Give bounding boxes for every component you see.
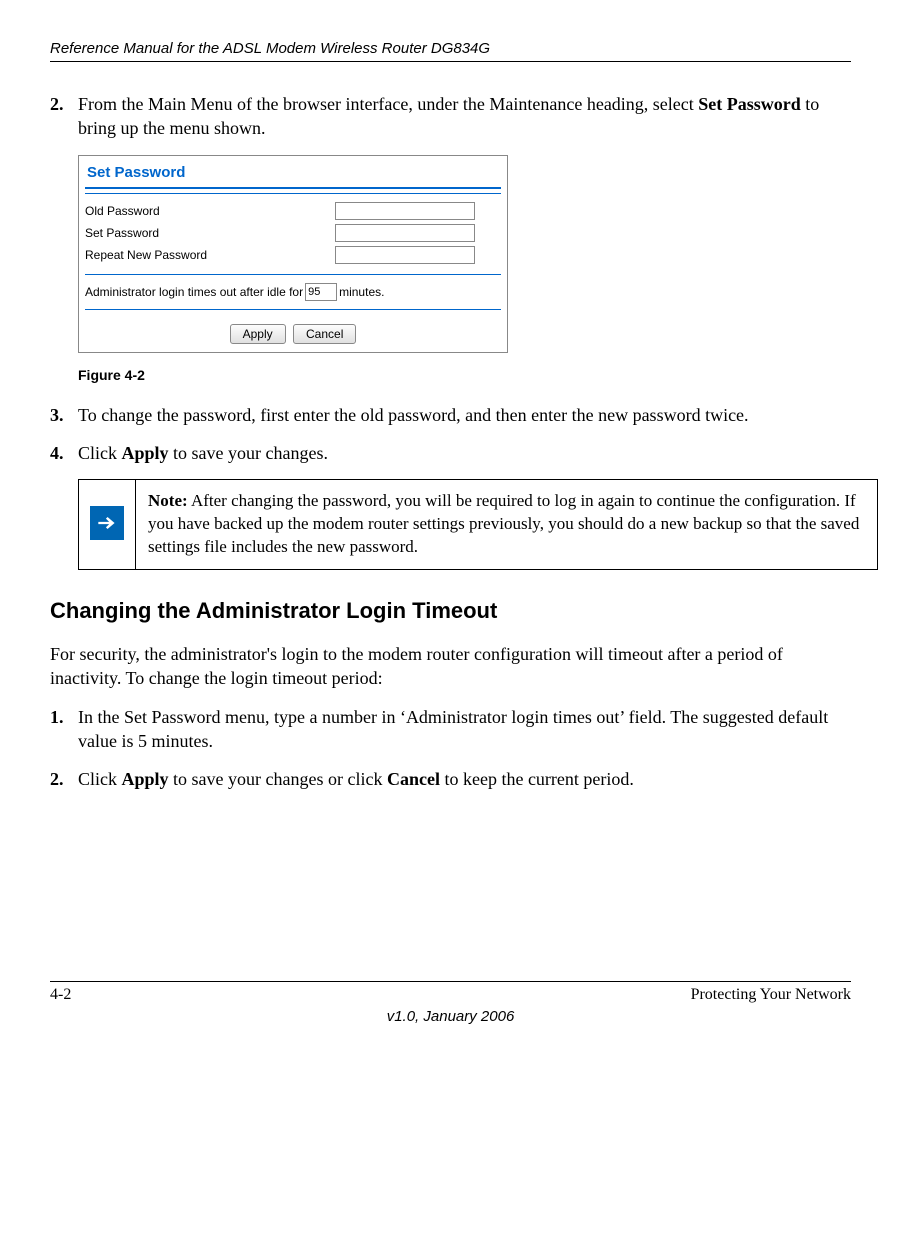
label: Repeat New Password	[85, 248, 335, 262]
step-2: 2. From the Main Menu of the browser int…	[50, 92, 851, 141]
timeout-input[interactable]	[305, 283, 337, 301]
note-icon-cell	[79, 480, 136, 570]
divider	[85, 274, 501, 275]
step-text: In the Set Password menu, type a number …	[78, 705, 851, 754]
page-number: 4-2	[50, 986, 71, 1004]
step-4: 4. Click Apply to save your changes.	[50, 441, 851, 465]
figure-caption: Figure 4-2	[78, 367, 851, 383]
step-text: Click Apply to save your changes or clic…	[78, 767, 851, 791]
apply-button[interactable]: Apply	[230, 324, 286, 344]
timeout-label-a: Administrator login times out after idle…	[85, 285, 303, 299]
bold-text: Cancel	[387, 769, 440, 789]
row-old-password: Old Password	[85, 200, 501, 222]
row-timeout: Administrator login times out after idle…	[85, 281, 501, 303]
note-label: Note:	[148, 491, 188, 510]
set-password-input[interactable]	[335, 224, 475, 242]
arrow-right-icon	[90, 506, 124, 540]
text: From the Main Menu of the browser interf…	[78, 94, 698, 114]
text: to keep the current period.	[440, 769, 634, 789]
note-box: Note: After changing the password, you w…	[78, 479, 878, 570]
step-number: 1.	[50, 705, 78, 754]
cancel-button[interactable]: Cancel	[293, 324, 356, 344]
divider	[85, 193, 501, 194]
screenshot-panel: Set Password Old Password Set Password R…	[78, 155, 508, 353]
text: Click	[78, 443, 122, 463]
text: to save your changes.	[169, 443, 328, 463]
label: Set Password	[85, 226, 335, 240]
figure-4-2: Set Password Old Password Set Password R…	[78, 155, 851, 353]
step-number: 2.	[50, 767, 78, 791]
footer-version: v1.0, January 2006	[50, 1008, 851, 1025]
page-footer: 4-2 Protecting Your Network	[50, 981, 851, 1004]
panel-title: Set Password	[85, 160, 501, 189]
step-number: 3.	[50, 403, 78, 427]
divider	[85, 309, 501, 310]
timeout-label-b: minutes.	[339, 285, 384, 299]
repeat-password-input[interactable]	[335, 246, 475, 264]
note-text-cell: Note: After changing the password, you w…	[136, 480, 878, 570]
old-password-input[interactable]	[335, 202, 475, 220]
text: Click	[78, 769, 122, 789]
paragraph: For security, the administrator's login …	[50, 642, 851, 691]
page-header: Reference Manual for the ADSL Modem Wire…	[50, 40, 851, 62]
step-number: 4.	[50, 441, 78, 465]
bold-text: Apply	[122, 769, 169, 789]
step-text: To change the password, first enter the …	[78, 403, 851, 427]
bold-text: Apply	[122, 443, 169, 463]
note-text: After changing the password, you will be…	[148, 491, 859, 556]
text: to save your changes or click	[169, 769, 387, 789]
bold-text: Set Password	[698, 94, 801, 114]
step-text: From the Main Menu of the browser interf…	[78, 92, 851, 141]
label: Old Password	[85, 204, 335, 218]
chapter-title: Protecting Your Network	[691, 986, 851, 1004]
step-text: Click Apply to save your changes.	[78, 441, 851, 465]
step-number: 2.	[50, 92, 78, 141]
list-item-2: 2. Click Apply to save your changes or c…	[50, 767, 851, 791]
list-item-1: 1. In the Set Password menu, type a numb…	[50, 705, 851, 754]
row-repeat-password: Repeat New Password	[85, 244, 501, 266]
step-3: 3. To change the password, first enter t…	[50, 403, 851, 427]
button-row: Apply Cancel	[85, 318, 501, 344]
row-set-password: Set Password	[85, 222, 501, 244]
section-heading: Changing the Administrator Login Timeout	[50, 598, 851, 624]
